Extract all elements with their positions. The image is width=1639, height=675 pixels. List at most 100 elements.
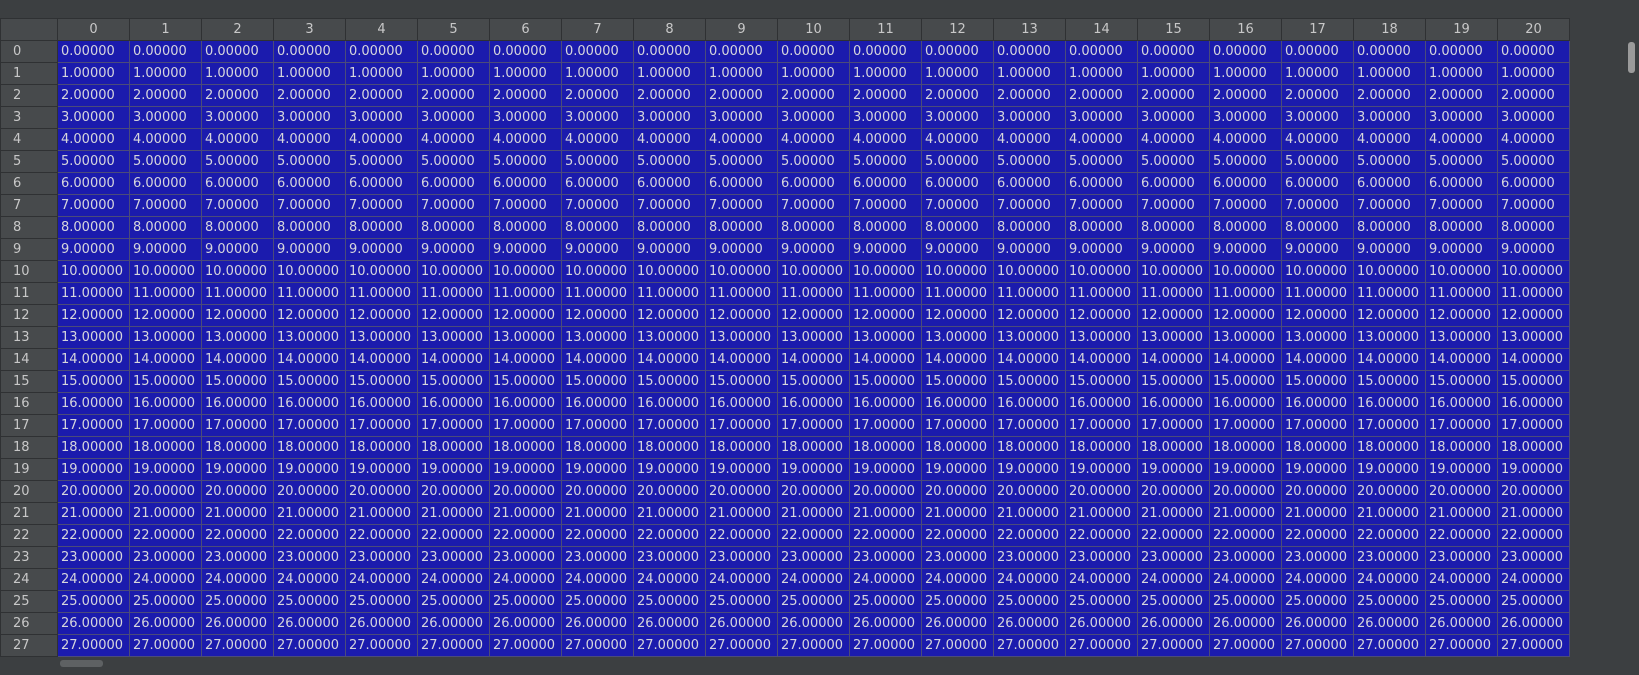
table-cell[interactable]: 11.00000: [1425, 282, 1498, 305]
table-cell[interactable]: 4.00000: [1209, 128, 1282, 151]
column-header[interactable]: 10: [777, 18, 850, 41]
table-cell[interactable]: 15.00000: [705, 370, 778, 393]
column-header[interactable]: 20: [1497, 18, 1570, 41]
table-cell[interactable]: 26.00000: [1137, 612, 1210, 635]
column-header[interactable]: 15: [1137, 18, 1210, 41]
table-cell[interactable]: 15.00000: [1281, 370, 1354, 393]
table-cell[interactable]: 8.00000: [1137, 216, 1210, 239]
table-cell[interactable]: 25.00000: [129, 590, 202, 613]
table-cell[interactable]: 22.00000: [201, 524, 274, 547]
table-cell[interactable]: 18.00000: [777, 436, 850, 459]
table-cell[interactable]: 8.00000: [1425, 216, 1498, 239]
table-cell[interactable]: 18.00000: [273, 436, 346, 459]
table-cell[interactable]: 13.00000: [489, 326, 562, 349]
table-cell[interactable]: 14.00000: [1281, 348, 1354, 371]
table-cell[interactable]: 14.00000: [561, 348, 634, 371]
table-cell[interactable]: 25.00000: [1209, 590, 1282, 613]
column-header[interactable]: 8: [633, 18, 706, 41]
table-cell[interactable]: 26.00000: [561, 612, 634, 635]
table-cell[interactable]: 15.00000: [57, 370, 130, 393]
table-cell[interactable]: 22.00000: [1281, 524, 1354, 547]
table-cell[interactable]: 1.00000: [561, 62, 634, 85]
table-cell[interactable]: 17.00000: [417, 414, 490, 437]
table-cell[interactable]: 26.00000: [201, 612, 274, 635]
table-cell[interactable]: 26.00000: [57, 612, 130, 635]
table-cell[interactable]: 0.00000: [633, 40, 706, 63]
table-cell[interactable]: 24.00000: [1065, 568, 1138, 591]
table-cell[interactable]: 7.00000: [561, 194, 634, 217]
table-cell[interactable]: 15.00000: [489, 370, 562, 393]
table-cell[interactable]: 22.00000: [849, 524, 922, 547]
table-cell[interactable]: 24.00000: [57, 568, 130, 591]
vertical-scrollbar-thumb[interactable]: [1628, 42, 1635, 73]
table-cell[interactable]: 17.00000: [489, 414, 562, 437]
table-cell[interactable]: 19.00000: [1137, 458, 1210, 481]
table-cell[interactable]: 13.00000: [1353, 326, 1426, 349]
table-cell[interactable]: 8.00000: [489, 216, 562, 239]
table-cell[interactable]: 6.00000: [921, 172, 994, 195]
column-header[interactable]: 17: [1281, 18, 1354, 41]
table-cell[interactable]: 21.00000: [129, 502, 202, 525]
table-cell[interactable]: 13.00000: [1137, 326, 1210, 349]
table-cell[interactable]: 6.00000: [489, 172, 562, 195]
table-cell[interactable]: 19.00000: [993, 458, 1066, 481]
table-cell[interactable]: 3.00000: [273, 106, 346, 129]
table-cell[interactable]: 11.00000: [489, 282, 562, 305]
table-cell[interactable]: 8.00000: [777, 216, 850, 239]
table-cell[interactable]: 12.00000: [345, 304, 418, 327]
table-cell[interactable]: 24.00000: [201, 568, 274, 591]
table-cell[interactable]: 8.00000: [993, 216, 1066, 239]
table-cell[interactable]: 1.00000: [417, 62, 490, 85]
table-cell[interactable]: 14.00000: [489, 348, 562, 371]
table-cell[interactable]: 10.00000: [1425, 260, 1498, 283]
table-cell[interactable]: 22.00000: [1137, 524, 1210, 547]
table-cell[interactable]: 17.00000: [561, 414, 634, 437]
row-header[interactable]: 18: [0, 436, 58, 459]
table-cell[interactable]: 24.00000: [561, 568, 634, 591]
table-cell[interactable]: 10.00000: [705, 260, 778, 283]
table-cell[interactable]: 8.00000: [561, 216, 634, 239]
table-cell[interactable]: 8.00000: [57, 216, 130, 239]
table-cell[interactable]: 3.00000: [129, 106, 202, 129]
table-cell[interactable]: 13.00000: [1425, 326, 1498, 349]
row-header[interactable]: 14: [0, 348, 58, 371]
table-cell[interactable]: 12.00000: [777, 304, 850, 327]
table-cell[interactable]: 22.00000: [705, 524, 778, 547]
table-cell[interactable]: 24.00000: [489, 568, 562, 591]
table-cell[interactable]: 0.00000: [1065, 40, 1138, 63]
table-cell[interactable]: 3.00000: [1281, 106, 1354, 129]
table-cell[interactable]: 23.00000: [705, 546, 778, 569]
table-cell[interactable]: 12.00000: [273, 304, 346, 327]
table-cell[interactable]: 0.00000: [1137, 40, 1210, 63]
table-cell[interactable]: 9.00000: [561, 238, 634, 261]
table-cell[interactable]: 26.00000: [1497, 612, 1570, 635]
table-cell[interactable]: 8.00000: [273, 216, 346, 239]
table-cell[interactable]: 27.00000: [993, 634, 1066, 657]
table-cell[interactable]: 20.00000: [561, 480, 634, 503]
table-cell[interactable]: 11.00000: [849, 282, 922, 305]
table-cell[interactable]: 27.00000: [705, 634, 778, 657]
table-cell[interactable]: 15.00000: [633, 370, 706, 393]
table-cell[interactable]: 22.00000: [57, 524, 130, 547]
table-cell[interactable]: 21.00000: [1497, 502, 1570, 525]
table-cell[interactable]: 7.00000: [993, 194, 1066, 217]
table-cell[interactable]: 16.00000: [705, 392, 778, 415]
table-cell[interactable]: 27.00000: [345, 634, 418, 657]
table-cell[interactable]: 6.00000: [273, 172, 346, 195]
table-cell[interactable]: 23.00000: [1497, 546, 1570, 569]
table-cell[interactable]: 3.00000: [633, 106, 706, 129]
table-cell[interactable]: 16.00000: [201, 392, 274, 415]
table-cell[interactable]: 17.00000: [1281, 414, 1354, 437]
table-cell[interactable]: 4.00000: [921, 128, 994, 151]
table-cell[interactable]: 10.00000: [129, 260, 202, 283]
table-cell[interactable]: 19.00000: [129, 458, 202, 481]
table-cell[interactable]: 15.00000: [1425, 370, 1498, 393]
table-cell[interactable]: 5.00000: [1425, 150, 1498, 173]
table-cell[interactable]: 19.00000: [273, 458, 346, 481]
table-cell[interactable]: 18.00000: [921, 436, 994, 459]
table-cell[interactable]: 0.00000: [921, 40, 994, 63]
table-cell[interactable]: 1.00000: [273, 62, 346, 85]
table-cell[interactable]: 25.00000: [1137, 590, 1210, 613]
table-cell[interactable]: 11.00000: [633, 282, 706, 305]
table-cell[interactable]: 12.00000: [1425, 304, 1498, 327]
